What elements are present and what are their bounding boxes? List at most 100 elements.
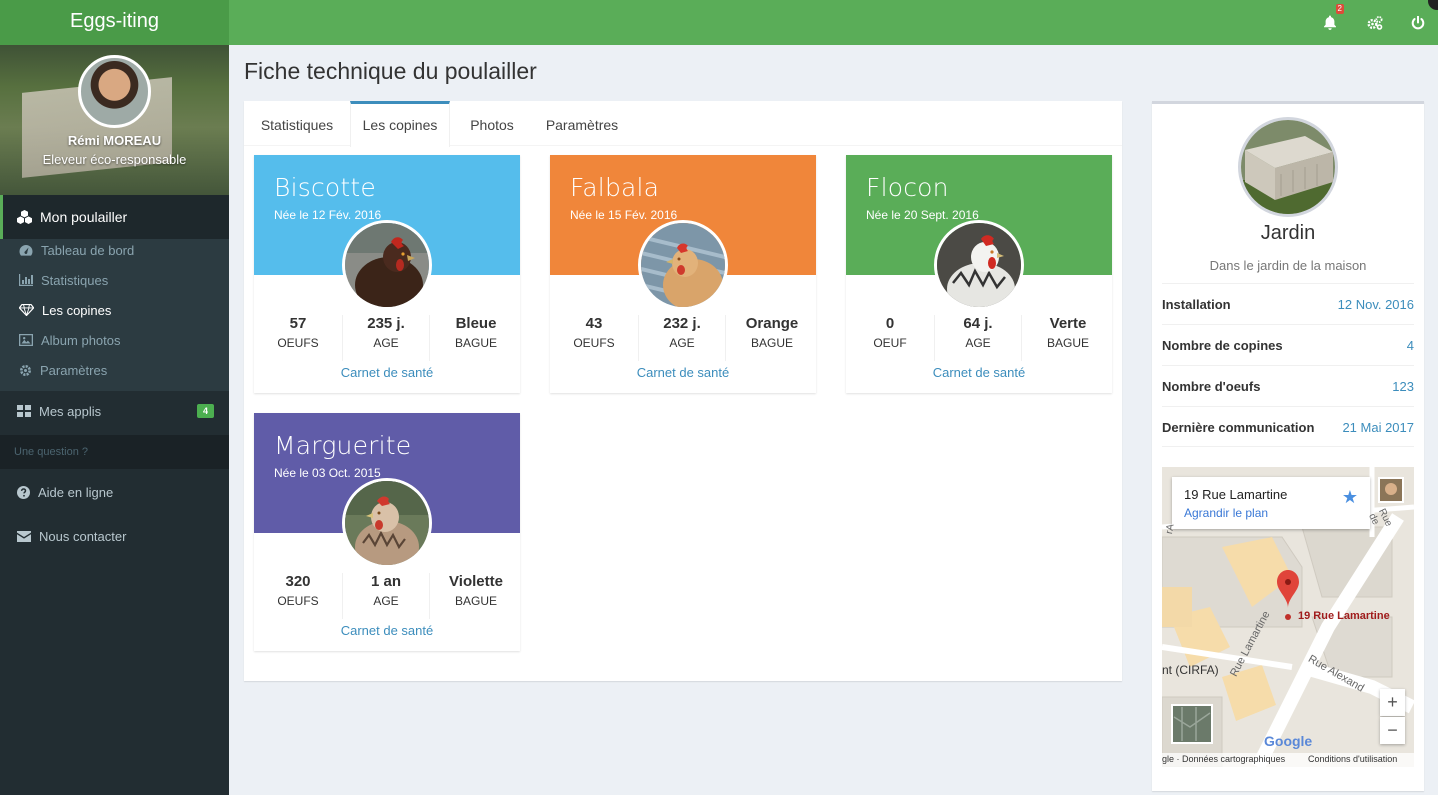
sidebar-submenu: Tableau de bord Statistiques Les copines… xyxy=(0,239,229,391)
gears-icon xyxy=(1367,15,1383,30)
sidebar-item-tableau-de-bord[interactable]: Tableau de bord xyxy=(0,235,229,265)
sidebar-item-aide-en-ligne[interactable]: Aide en ligne xyxy=(0,470,229,514)
health-record-link[interactable]: Carnet de santé xyxy=(254,623,520,638)
bell-icon xyxy=(1324,15,1336,30)
info-value: 21 Mai 2017 xyxy=(1342,420,1414,435)
sidebar-item-label: Album photos xyxy=(41,332,121,348)
hen-ring-stat: Violette BAGUE xyxy=(432,573,520,608)
sidebar-item-label: Mon poulailler xyxy=(40,209,128,225)
health-record-link[interactable]: Carnet de santé xyxy=(846,365,1112,380)
apps-count-badge: 4 xyxy=(196,404,214,418)
hen-photo[interactable] xyxy=(638,220,728,310)
hen-ring-value: Orange xyxy=(745,315,799,332)
info-value: 123 xyxy=(1392,379,1414,394)
envelope-icon xyxy=(17,530,31,542)
sidebar-item-les-copines[interactable]: Les copines xyxy=(0,295,229,325)
sidebar-item-label: Les copines xyxy=(42,302,112,318)
settings-button[interactable] xyxy=(1360,0,1390,45)
hen-eggs-stat: 57 OEUFS xyxy=(254,315,342,350)
hen-age-stat: 64 j. AGE xyxy=(934,315,1022,361)
tab-parametres[interactable]: Paramètres xyxy=(534,101,630,146)
bar-chart-icon xyxy=(19,274,33,286)
sidebar-item-statistiques[interactable]: Statistiques xyxy=(0,265,229,295)
hen-eggs-label: OEUFS xyxy=(277,336,319,350)
hen-name: Marguerite xyxy=(274,431,412,460)
hen-card-flocon: Flocon Née le 20 Sept. 2016 0 OEUF 64 j.… xyxy=(846,155,1112,393)
hen-photo[interactable] xyxy=(342,478,432,568)
hen-age-label: AGE xyxy=(373,594,399,608)
hen-eggs-stat: 320 OEUFS xyxy=(254,573,342,608)
sidebar-item-mon-poulailler[interactable]: Mon poulailler xyxy=(0,195,229,239)
top-navbar: 2 xyxy=(229,0,1438,45)
hen-eggs-stat: 0 OEUF xyxy=(846,315,934,350)
cubes-icon xyxy=(17,210,32,224)
hen-age-value: 232 j. xyxy=(663,315,701,332)
hen-ring-label: BAGUE xyxy=(454,336,497,350)
map-data-credit[interactable]: gle · Données cartographiques xyxy=(1162,754,1285,764)
hen-name: Flocon xyxy=(866,173,949,202)
map-enlarge-link[interactable]: Agrandir le plan xyxy=(1184,506,1268,520)
hen-birth-date: Née le 12 Fév. 2016 xyxy=(274,208,382,222)
map-terms-link[interactable]: Conditions d'utilisation xyxy=(1308,754,1397,764)
sidebar-item-mes-applis[interactable]: Mes applis 4 xyxy=(0,389,229,433)
hen-age-value: 235 j. xyxy=(367,315,405,332)
google-logo: Google xyxy=(1264,733,1313,749)
location-map[interactable]: 19 Rue Lamartine Agrandir le plan ★ 19 R… xyxy=(1162,467,1414,767)
user-panel: Rémi MOREAU Eleveur éco-responsable xyxy=(0,45,229,195)
coop-name: Jardin xyxy=(1260,222,1316,244)
hen-birth-date: Née le 15 Fév. 2016 xyxy=(570,208,678,222)
tab-les-copines[interactable]: Les copines xyxy=(350,101,450,147)
sidebar-item-label: Aide en ligne xyxy=(38,484,114,500)
hen-eggs-label: OEUF xyxy=(873,336,907,350)
tab-bar: Statistiques Les copines Photos Paramètr… xyxy=(244,101,1122,147)
sidebar: Rémi MOREAU Eleveur éco-responsable Mon … xyxy=(0,45,229,795)
star-icon[interactable]: ★ xyxy=(1342,487,1358,508)
sidebar-item-parametres[interactable]: Paramètres xyxy=(0,355,229,385)
hen-photo[interactable] xyxy=(342,220,432,310)
hen-card-marguerite: Marguerite Née le 03 Oct. 2015 320 OEUFS… xyxy=(254,413,520,651)
coop-profile-box: Jardin Dans le jardin de la maison Insta… xyxy=(1152,101,1424,791)
hen-ring-value: Verte xyxy=(1049,315,1087,332)
hen-eggs-label: OEUFS xyxy=(573,336,615,350)
info-row-nombre-de-copines: Nombre de copines 4 xyxy=(1162,324,1414,365)
info-key: Installation xyxy=(1162,297,1231,312)
question-circle-icon xyxy=(17,485,30,499)
hen-eggs-stat: 43 OEUFS xyxy=(550,315,638,350)
sidebar-item-album-photos[interactable]: Album photos xyxy=(0,325,229,355)
hen-age-value: 1 an xyxy=(370,573,401,590)
sidebar-item-nous-contacter[interactable]: Nous contacter xyxy=(0,514,229,558)
sidebar-item-label: Statistiques xyxy=(41,272,109,288)
tab-statistiques[interactable]: Statistiques xyxy=(244,101,350,146)
logout-button[interactable] xyxy=(1403,0,1433,45)
tab-photos[interactable]: Photos xyxy=(450,101,534,146)
info-key: Nombre d'oeufs xyxy=(1162,379,1261,394)
map-zoom-out-button[interactable]: − xyxy=(1380,717,1405,744)
info-key: Nombre de copines xyxy=(1162,338,1283,353)
sidebar-section-header: Une question ? xyxy=(0,435,229,469)
grid-icon xyxy=(17,405,31,417)
app-logo[interactable]: Eggs-iting xyxy=(0,0,229,45)
coop-photo[interactable] xyxy=(1238,117,1338,217)
hen-eggs-label: OEUFS xyxy=(277,594,319,608)
coop-description: Dans le jardin de la maison xyxy=(1209,258,1367,273)
map-zoom-in-button[interactable]: + xyxy=(1380,689,1405,716)
hen-photo[interactable] xyxy=(934,220,1024,310)
hen-eggs-value: 57 xyxy=(289,315,307,332)
health-record-link[interactable]: Carnet de santé xyxy=(254,365,520,380)
hen-ring-label: BAGUE xyxy=(750,336,793,350)
sidebar-item-label: Tableau de bord xyxy=(41,242,135,258)
info-value: 12 Nov. 2016 xyxy=(1337,297,1414,312)
image-icon xyxy=(19,334,33,346)
coop-details-box: Statistiques Les copines Photos Paramètr… xyxy=(244,101,1122,681)
health-record-link[interactable]: Carnet de santé xyxy=(550,365,816,380)
hen-ring-value: Bleue xyxy=(455,315,497,332)
hen-ring-label: BAGUE xyxy=(454,594,497,608)
user-avatar[interactable] xyxy=(78,55,151,128)
notifications-button[interactable]: 2 xyxy=(1315,0,1345,45)
hen-age-stat: 1 an AGE xyxy=(342,573,430,619)
map-place-label: nt (CIRFA) xyxy=(1162,663,1219,677)
map-pin-label: 19 Rue Lamartine xyxy=(1298,610,1390,622)
diamond-icon xyxy=(19,304,34,316)
hen-name: Biscotte xyxy=(274,173,376,202)
sidebar-item-label: Paramètres xyxy=(40,362,108,378)
